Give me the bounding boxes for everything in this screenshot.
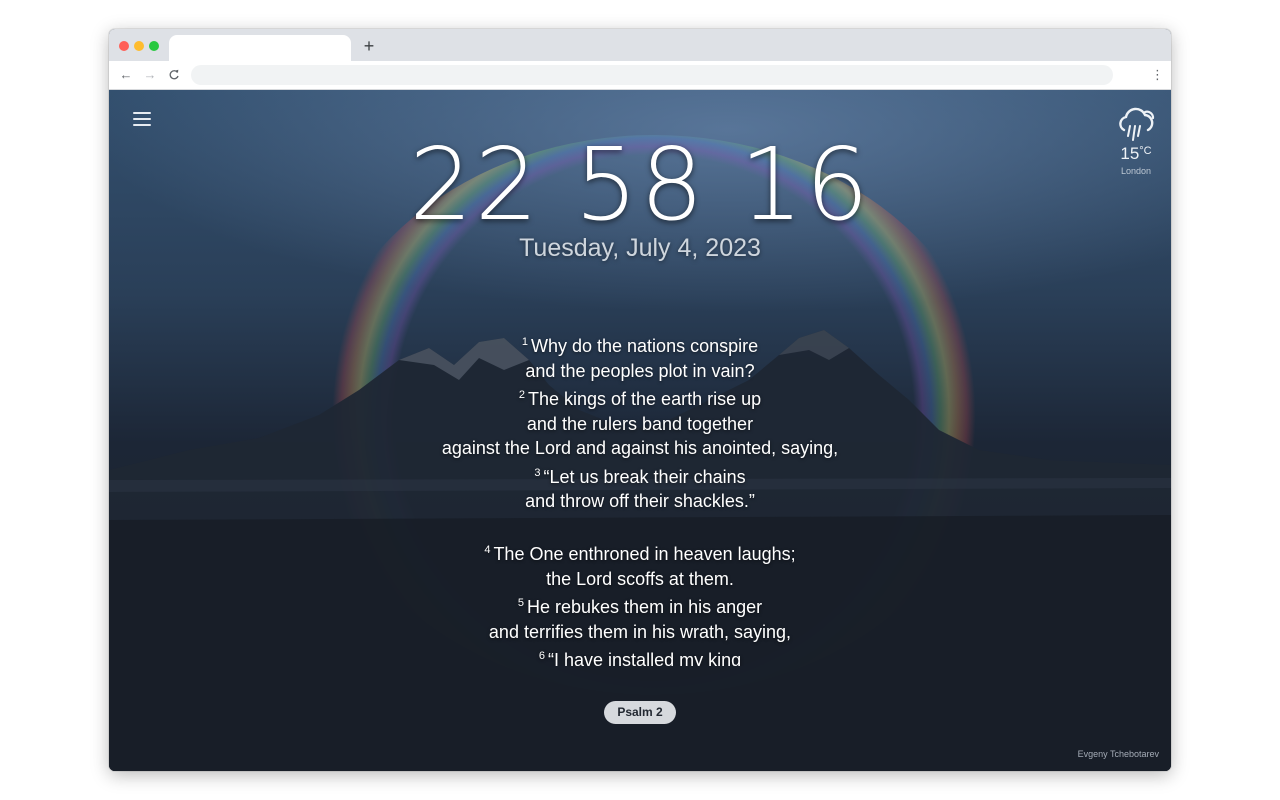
address-bar[interactable] <box>191 65 1113 85</box>
verse-number: 2 <box>518 389 525 401</box>
temperature-unit: °C <box>1139 145 1152 157</box>
verse-line: and throw off their shackles.” <box>240 489 1040 514</box>
verse-line: 5 He rebukes them in his anger <box>240 591 1040 620</box>
verse-line: 6 “I have installed my king <box>240 644 1040 666</box>
forward-arrow-icon[interactable]: → <box>141 65 159 85</box>
verse-number: 4 <box>484 544 491 556</box>
verse-line: 3 “Let us break their chains <box>240 461 1040 490</box>
verse-line-text: The One enthroned in heaven laughs; <box>493 544 796 564</box>
verse-line-text: and throw off their shackles.” <box>525 491 755 511</box>
verse-line-text: against the Lord and against his anointe… <box>441 438 839 458</box>
verse-line-text: and terrifies them in his wrath, saying, <box>488 621 792 642</box>
active-tab[interactable] <box>169 35 351 61</box>
verse-reference-button[interactable]: Psalm 2 <box>604 701 676 724</box>
verse-line-text: He rebukes them in his anger <box>527 597 763 617</box>
maximize-window-button[interactable] <box>149 41 159 51</box>
browser-menu-icon[interactable]: ⋮ <box>1151 65 1164 85</box>
new-tab-page: 22 58 16 Tuesday, July 4, 2023 15°C London… <box>109 90 1171 771</box>
verse-line: and the peoples plot in vain? <box>240 359 1040 384</box>
verse-line-text: Why do the nations conspire <box>530 336 759 356</box>
verse-line: 4 The One enthroned in heaven laughs; <box>240 538 1040 567</box>
hamburger-menu-icon[interactable] <box>133 112 151 126</box>
browser-toolbar: ← → ⋮ <box>109 61 1171 90</box>
verse-line-text: The kings of the earth rise up <box>527 389 762 409</box>
cloud-rain-icon <box>1119 107 1155 141</box>
minimize-window-button[interactable] <box>134 41 144 51</box>
weather-widget[interactable]: 15°C London <box>1111 106 1161 177</box>
clock-hours: 22 <box>409 126 541 243</box>
verse-line-text: and the rulers band together <box>526 413 754 434</box>
close-window-button[interactable] <box>119 41 129 51</box>
verse-line: against the Lord and against his anointe… <box>240 436 1040 461</box>
verse-number: 3 <box>534 466 541 479</box>
new-tab-button[interactable]: + <box>359 35 379 57</box>
verse-text: 1 Why do the nations conspire and the peop… <box>240 330 1040 666</box>
back-arrow-icon[interactable]: ← <box>117 65 135 85</box>
verse-line: and terrifies them in his wrath, saying, <box>240 620 1040 645</box>
verse-number: 5 <box>517 597 524 609</box>
clock: 22 58 16 <box>109 130 1171 240</box>
temperature: 15°C <box>1111 142 1161 163</box>
verse-number: 6 <box>538 650 546 662</box>
date-label: Tuesday, July 4, 2023 <box>519 234 761 262</box>
verse-line-text: the Lord scoffs at them. <box>546 568 734 589</box>
verse-line-text: and the peoples plot in vain? <box>525 360 755 381</box>
stanza-break <box>240 514 1040 539</box>
verse-line: 1 Why do the nations conspire <box>240 330 1040 359</box>
verse-line-text: “I have installed my king <box>548 650 742 666</box>
temperature-value: 15 <box>1120 144 1140 163</box>
verse-line: 2 The kings of the earth rise up <box>240 383 1040 412</box>
reload-icon[interactable] <box>165 65 183 85</box>
verse-line-text: “Let us break their chains <box>543 466 746 487</box>
verse-number: 1 <box>521 336 528 348</box>
weather-city: London <box>1120 166 1152 176</box>
clock-seconds: 16 <box>739 126 871 243</box>
verse-line: and the rulers band together <box>240 412 1040 437</box>
clock-minutes: 58 <box>574 126 706 243</box>
tab-bar: + <box>109 29 1171 61</box>
verse-line: the Lord scoffs at them. <box>240 567 1040 592</box>
photo-credit-link[interactable]: Evgeny Tchebotarev <box>1078 749 1159 759</box>
browser-window: + ← → ⋮ 22 58 16 Tuesday, July 4, 2023 1… <box>109 29 1171 771</box>
